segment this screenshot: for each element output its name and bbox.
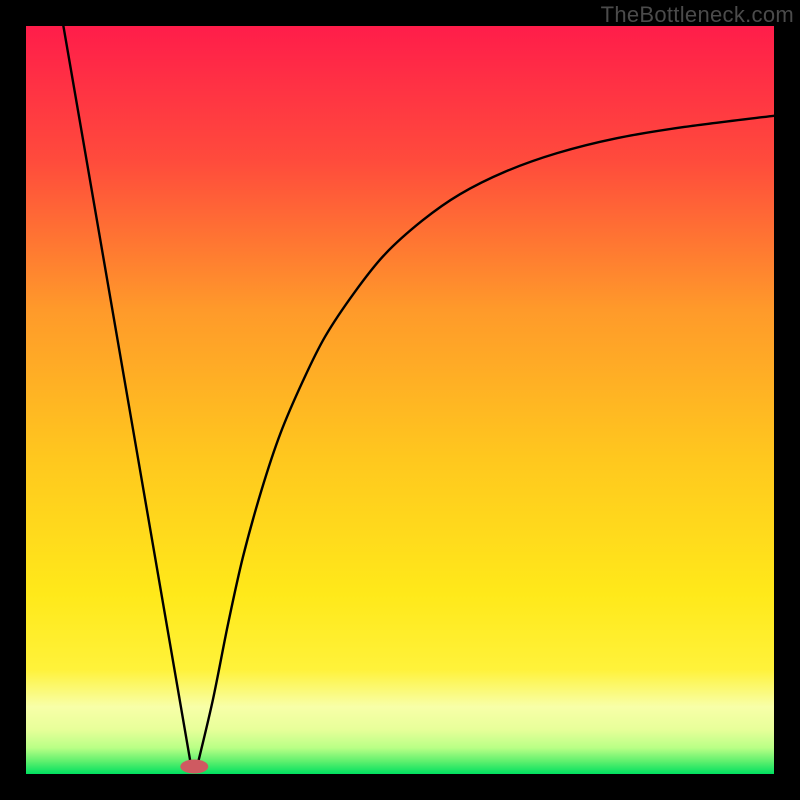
bottleneck-curve-plot	[26, 26, 774, 774]
chart-frame	[26, 26, 774, 774]
attribution-watermark: TheBottleneck.com	[601, 2, 794, 28]
optimum-marker	[180, 760, 208, 774]
gradient-background	[26, 26, 774, 774]
